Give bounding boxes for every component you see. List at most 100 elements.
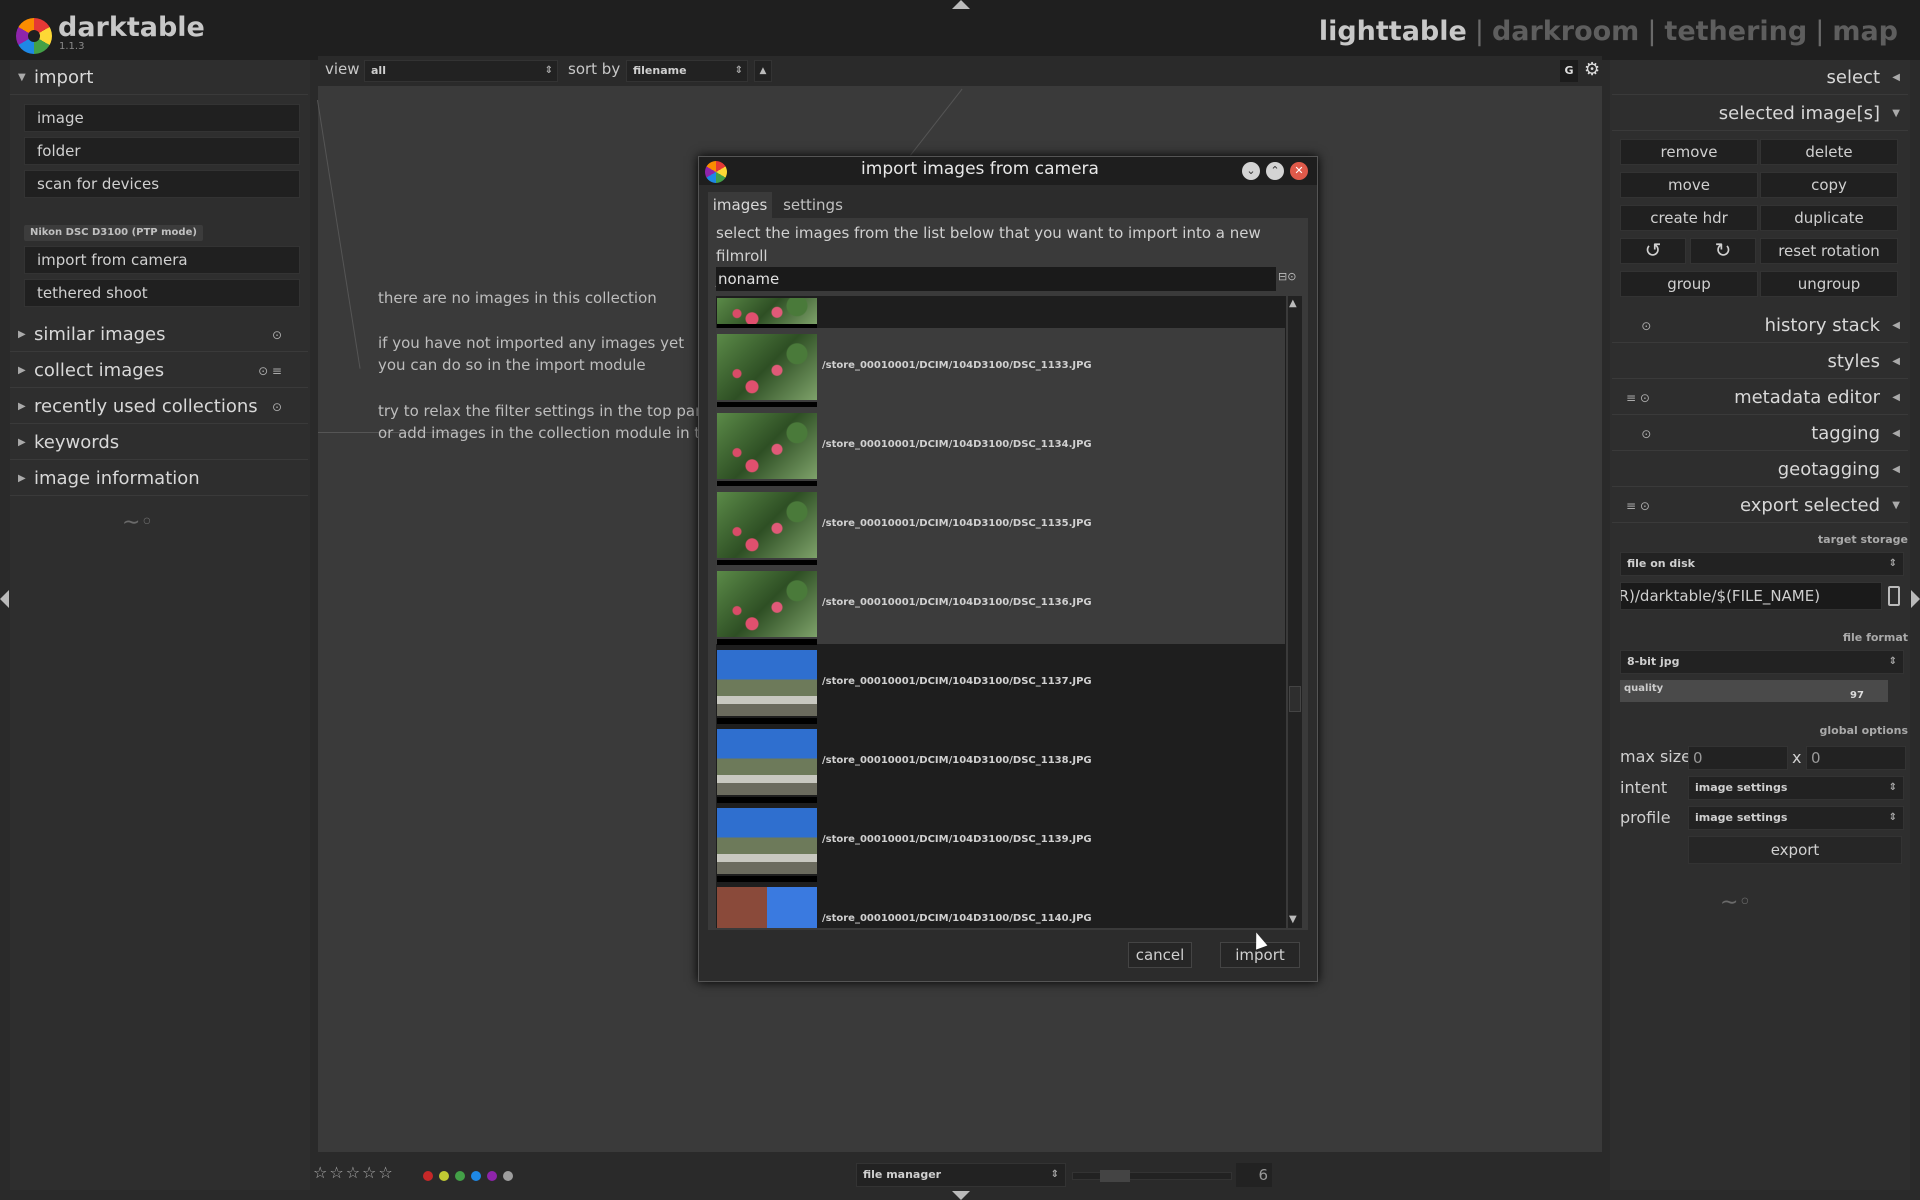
updown-icon: ⇕ xyxy=(1888,656,1897,667)
scroll-up-icon[interactable]: ▲ xyxy=(1289,298,1297,309)
copy-button[interactable]: copy xyxy=(1760,172,1898,198)
close-icon[interactable]: ✕ xyxy=(1290,162,1308,180)
star-rating-filter[interactable]: ☆☆☆☆☆ xyxy=(313,1163,395,1182)
section-label: similar images xyxy=(34,324,166,345)
swirl-ornament-icon: ∼◦ xyxy=(1720,890,1752,915)
intent-value: image settings xyxy=(1695,781,1788,794)
view-separator: | xyxy=(1815,16,1825,47)
selected-images-section-header[interactable]: selected image[s] ▼ xyxy=(1612,97,1908,131)
rotate-ccw-icon[interactable]: ↺ xyxy=(1620,238,1686,264)
geotagging-section-header[interactable]: geotagging ◀ xyxy=(1612,453,1908,487)
max-width-field[interactable]: 0 xyxy=(1688,746,1788,770)
delete-button[interactable]: delete xyxy=(1760,139,1898,165)
tab-images[interactable]: images xyxy=(708,192,772,218)
maximize-icon[interactable]: ⌃ xyxy=(1266,162,1284,180)
file-path: /store_00010001/DCIM/104D3100/DSC_1135.J… xyxy=(822,518,1092,529)
keywords-section-header[interactable]: ▶ keywords xyxy=(10,426,308,460)
reset-icon[interactable]: ⊙ xyxy=(1626,309,1651,343)
empty-message-line: if you have not imported any images yet xyxy=(378,334,685,352)
view-tethering[interactable]: tethering xyxy=(1664,16,1807,47)
metadata-editor-section-header[interactable]: ≡ ⊙ metadata editor ◀ xyxy=(1612,381,1908,415)
recently-used-collections-section-header[interactable]: ▶ recently used collections ⊙ xyxy=(10,390,308,424)
similar-images-section-header[interactable]: ▶ similar images ⊙ xyxy=(10,318,308,352)
format-value: 8-bit jpg xyxy=(1627,655,1680,668)
export-button[interactable]: export xyxy=(1688,836,1902,864)
blue-label-icon[interactable] xyxy=(471,1171,481,1181)
clear-label-icon[interactable] xyxy=(503,1171,513,1181)
view-filter-select[interactable]: all ⇕ xyxy=(364,60,558,82)
history-stack-section-header[interactable]: ⊙ history stack ◀ xyxy=(1612,309,1908,343)
reset-presets-icon[interactable]: ⊙ ≡ xyxy=(258,354,282,388)
yellow-label-icon[interactable] xyxy=(439,1171,449,1181)
scroll-down-icon[interactable]: ▼ xyxy=(1289,914,1297,925)
view-lighttable[interactable]: lighttable xyxy=(1319,16,1467,47)
tab-settings[interactable]: settings xyxy=(774,192,852,218)
create-hdr-button[interactable]: create hdr xyxy=(1620,205,1758,231)
darktable-logo-icon xyxy=(16,18,52,54)
collapsed-triangle-icon: ◀ xyxy=(1892,356,1900,367)
tethered-shoot-button[interactable]: tethered shoot xyxy=(24,279,300,307)
presets-reset-icon[interactable]: ≡ ⊙ xyxy=(1626,381,1650,415)
list-scrollbar[interactable] xyxy=(1288,296,1302,928)
collapse-right-panel-arrow[interactable] xyxy=(1911,590,1920,608)
swirl-ornament-icon: ∼◦ xyxy=(122,510,154,535)
purple-label-icon[interactable] xyxy=(487,1171,497,1181)
format-select[interactable]: 8-bit jpg ⇕ xyxy=(1620,650,1904,674)
collapse-bottom-panel-arrow[interactable] xyxy=(952,1191,970,1200)
select-section-header[interactable]: select ◀ xyxy=(1612,61,1908,95)
reset-rotation-button[interactable]: reset rotation xyxy=(1760,238,1898,264)
jobcode-field[interactable]: noname xyxy=(716,267,1276,291)
sort-direction-button[interactable]: ▲ xyxy=(754,60,772,82)
intent-select[interactable]: image settings ⇕ xyxy=(1688,776,1904,800)
import-folder-button[interactable]: folder xyxy=(24,137,300,165)
minimize-icon[interactable]: ⌄ xyxy=(1242,162,1260,180)
styles-section-header[interactable]: styles ◀ xyxy=(1612,345,1908,379)
green-label-icon[interactable] xyxy=(455,1171,465,1181)
times-label: x xyxy=(1792,748,1802,767)
rotate-cw-icon[interactable]: ↻ xyxy=(1690,238,1756,264)
ungroup-button[interactable]: ungroup xyxy=(1760,271,1898,297)
import-section-header[interactable]: ▼ import xyxy=(10,61,308,95)
zoom-entry[interactable]: 6 xyxy=(1236,1163,1272,1187)
view-darkroom[interactable]: darkroom xyxy=(1492,16,1639,47)
collapse-left-panel-arrow[interactable] xyxy=(0,590,9,608)
group-button[interactable]: group xyxy=(1620,271,1758,297)
collect-images-section-header[interactable]: ▶ collect images ⊙ ≡ xyxy=(10,354,308,388)
export-path-field[interactable]: $(FILE_FOLDER)/darktable/$(FILE_NAME) xyxy=(1620,582,1882,610)
photo-thumbnail xyxy=(717,492,817,558)
grouping-button[interactable]: G xyxy=(1560,60,1578,82)
scrollbar-thumb[interactable] xyxy=(1289,686,1301,712)
remove-button[interactable]: remove xyxy=(1620,139,1758,165)
duplicate-button[interactable]: duplicate xyxy=(1760,205,1898,231)
reset-icon[interactable]: ⊙ xyxy=(272,390,282,424)
layout-select[interactable]: file manager ⇕ xyxy=(856,1163,1066,1187)
layout-value: file manager xyxy=(863,1168,942,1181)
image-information-section-header[interactable]: ▶ image information xyxy=(10,462,308,496)
reset-icon[interactable]: ⊙ xyxy=(272,318,282,352)
view-filter-value: all xyxy=(371,64,386,77)
zoom-slider[interactable] xyxy=(1072,1172,1232,1180)
zoom-slider-handle[interactable] xyxy=(1100,1170,1130,1182)
presets-reset-icon[interactable]: ≡ ⊙ xyxy=(1626,489,1650,523)
max-height-field[interactable]: 0 xyxy=(1806,746,1906,770)
profile-select[interactable]: image settings ⇕ xyxy=(1688,806,1904,830)
cancel-button[interactable]: cancel xyxy=(1128,942,1192,968)
collapse-top-panel-arrow[interactable] xyxy=(952,0,970,9)
reset-icon[interactable]: ⊙ xyxy=(1626,417,1651,451)
tagging-section-header[interactable]: ⊙ tagging ◀ xyxy=(1612,417,1908,451)
updown-icon: ⇕ xyxy=(544,65,553,76)
move-button[interactable]: move xyxy=(1620,172,1758,198)
variables-help-icon[interactable]: ⊟⊙ xyxy=(1278,270,1296,283)
red-label-icon[interactable] xyxy=(423,1171,433,1181)
gear-icon[interactable]: ⚙ xyxy=(1584,59,1600,80)
expanded-triangle-icon: ▼ xyxy=(1892,500,1900,511)
storage-select[interactable]: file on disk ⇕ xyxy=(1620,552,1904,576)
scan-for-devices-button[interactable]: scan for devices xyxy=(24,170,300,198)
sort-by-select[interactable]: filename ⇕ xyxy=(626,60,748,82)
file-path: /store_00010001/DCIM/104D3100/DSC_1134.J… xyxy=(822,439,1092,450)
export-selected-section-header[interactable]: ≡ ⊙ export selected ▼ xyxy=(1612,489,1908,523)
import-from-camera-button[interactable]: import from camera xyxy=(24,246,300,274)
import-image-button[interactable]: image xyxy=(24,104,300,132)
view-map[interactable]: map xyxy=(1832,16,1898,47)
folder-icon[interactable] xyxy=(1888,586,1900,606)
